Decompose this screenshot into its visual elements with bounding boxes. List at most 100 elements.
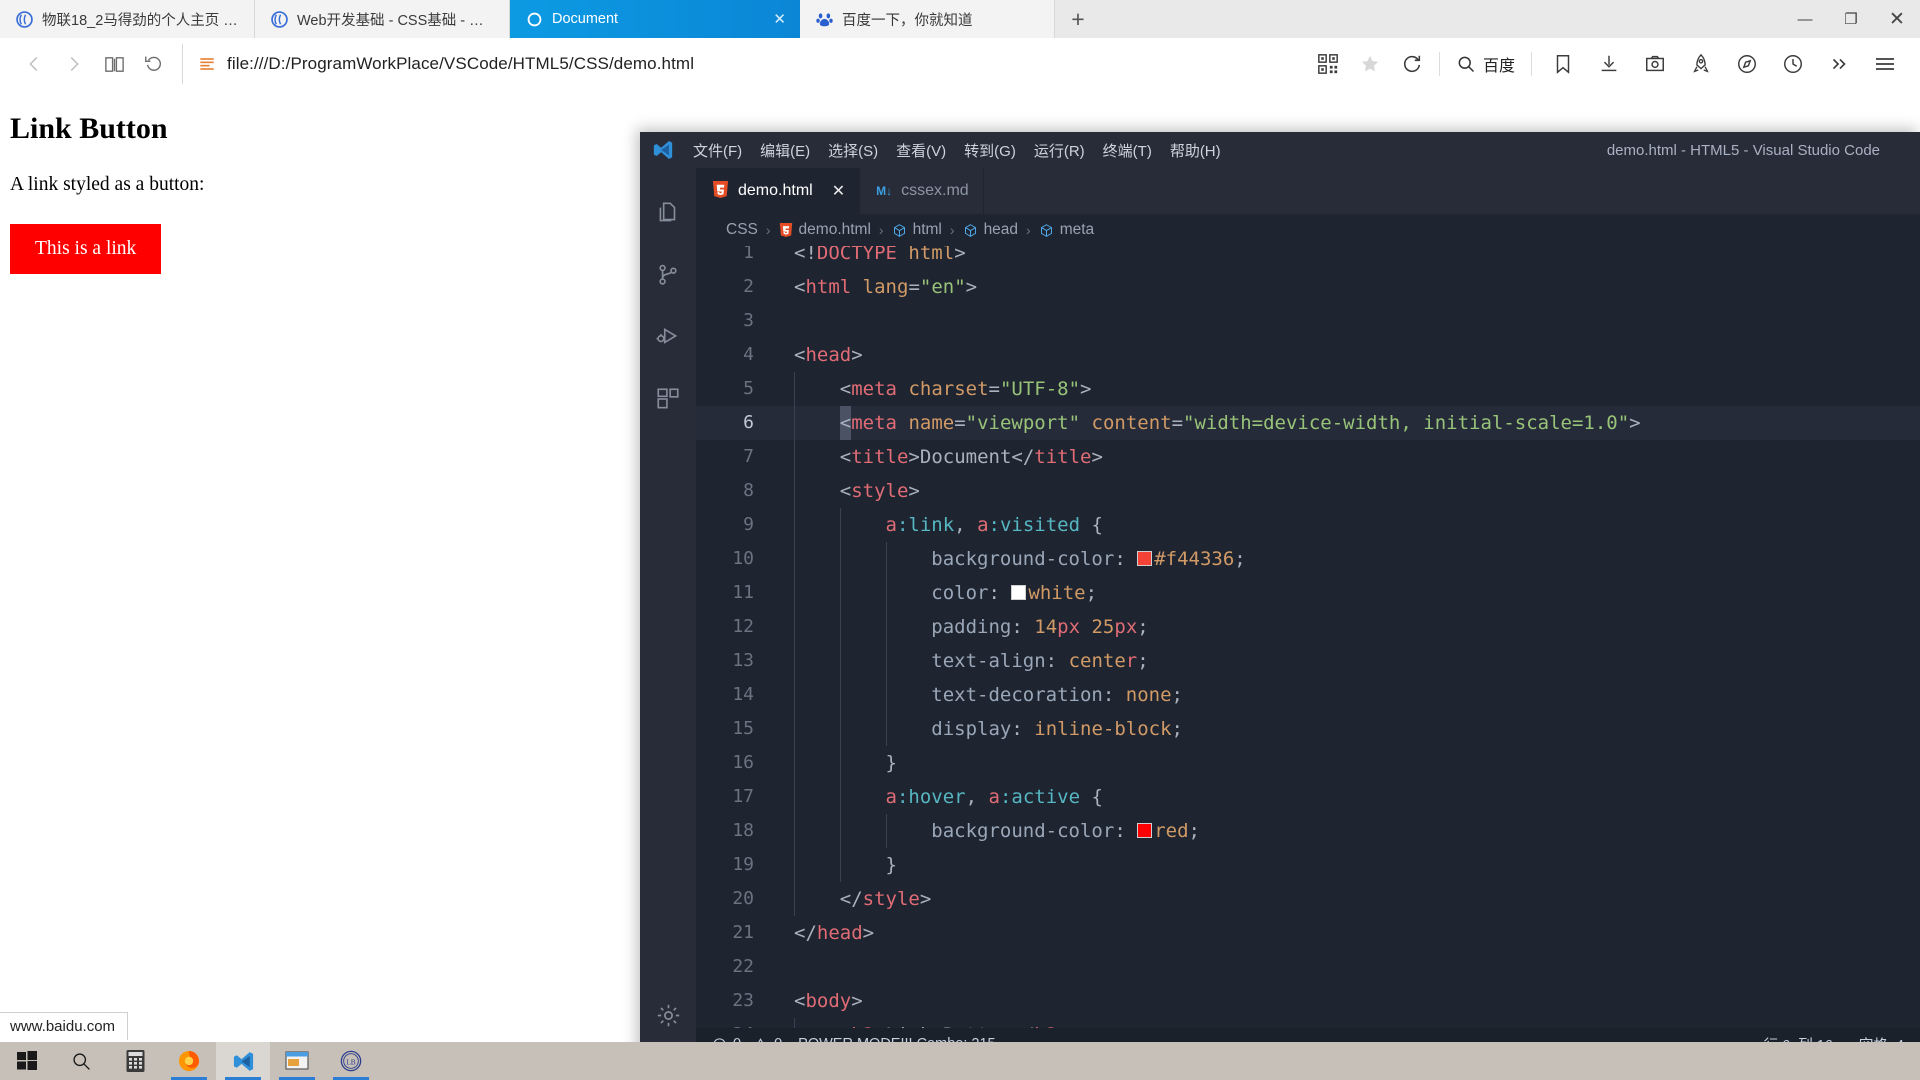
reload-icon <box>1403 55 1421 73</box>
menu-help[interactable]: 帮助(H) <box>1161 136 1230 165</box>
browser-tab-0[interactable]: 物联18_2马得劲的个人主页 - 蓝桥 <box>0 0 255 38</box>
editor-tab-label: demo.html <box>738 182 813 199</box>
breadcrumb-item-css[interactable]: CSS <box>726 221 758 239</box>
color-swatch[interactable] <box>1011 585 1027 600</box>
chevron-left-icon <box>29 57 38 71</box>
toolbar-divider <box>1438 52 1440 76</box>
menu-go[interactable]: 转到(G) <box>955 136 1025 165</box>
editor-tab-demo-html[interactable]: demo.html ✕ <box>696 168 861 214</box>
bookmarks-button[interactable] <box>1542 44 1584 84</box>
menu-selection[interactable]: 选择(S) <box>819 136 887 165</box>
window-close-button[interactable]: ✕ <box>1874 0 1920 38</box>
history-icon <box>145 56 161 71</box>
link-status-bubble: www.baidu.com <box>0 1012 129 1040</box>
code-line: 17 a:hover, a:active { <box>696 780 1920 814</box>
styled-link-button[interactable]: This is a link <box>10 224 162 274</box>
line-number: 4 <box>743 344 754 365</box>
browser-tab-close-button[interactable]: ✕ <box>747 10 786 28</box>
symbol-cube-icon <box>893 223 905 237</box>
history-button[interactable] <box>1772 44 1814 84</box>
activity-settings-button[interactable] <box>640 984 696 1046</box>
line-number: 1 <box>743 246 754 263</box>
code-line: 23 <body> <box>696 984 1920 1018</box>
forward-button[interactable] <box>54 44 94 84</box>
new-tab-button[interactable]: + <box>1055 0 1101 38</box>
breadcrumb-file-label: demo.html <box>798 221 871 238</box>
menu-edit[interactable]: 编辑(E) <box>751 136 819 165</box>
taskbar-start-button[interactable] <box>0 1042 54 1080</box>
editor-tab-close-button[interactable]: ✕ <box>832 181 845 201</box>
taskbar-app-button[interactable]: LB <box>324 1042 378 1080</box>
browser-tab-1[interactable]: Web开发基础 - CSS基础 - 蓝桥 <box>255 0 510 38</box>
baidu-icon <box>816 12 833 26</box>
history-back-button[interactable] <box>134 44 174 84</box>
line-number: 18 <box>732 820 754 841</box>
breadcrumb-item-meta[interactable]: meta <box>1039 221 1094 239</box>
html5-icon <box>712 180 729 202</box>
breadcrumb-item-file[interactable]: demo.html <box>779 221 871 239</box>
code-editor[interactable]: 1 <!DOCTYPE html> 2 <html lang="en"> 3 4 <h… <box>696 246 1920 1028</box>
editor-tab-cssex-md[interactable]: M↓ cssex.md <box>860 168 984 214</box>
back-button[interactable] <box>14 44 54 84</box>
browser-tab-2-active[interactable]: Document ✕ <box>510 0 800 38</box>
line-number: 16 <box>732 752 754 773</box>
windows-start-icon <box>17 1051 37 1070</box>
taskbar-file-explorer-button[interactable] <box>270 1042 324 1080</box>
search-engine-label: 百度 <box>1482 58 1515 75</box>
line-number: 2 <box>743 276 754 297</box>
code-line: 7 <title>Document</title> <box>696 440 1920 474</box>
line-number: 24 <box>696 1018 772 1028</box>
menu-terminal[interactable]: 终端(T) <box>1094 136 1161 165</box>
bookmark-star-button[interactable] <box>1349 44 1391 84</box>
activity-extensions-button[interactable] <box>640 368 696 430</box>
code-line: 24 <h2>Link Button</h2> <box>696 1018 1920 1028</box>
activity-run-debug-button[interactable] <box>640 306 696 368</box>
camera-icon <box>1646 55 1664 72</box>
menu-view[interactable]: 查看(V) <box>887 136 955 165</box>
reload-button[interactable] <box>1391 44 1433 84</box>
chevron-double-right-icon <box>1832 58 1846 70</box>
explore-button[interactable] <box>1726 44 1768 84</box>
browser-tab-3[interactable]: 百度一下，你就知道 <box>800 0 1055 38</box>
activity-source-control-button[interactable] <box>640 244 696 306</box>
window-controls: — ❐ ✕ <box>1782 0 1920 38</box>
line-number: 7 <box>743 446 754 467</box>
breadcrumb-item-html[interactable]: html <box>892 221 942 239</box>
taskbar-vscode-button[interactable] <box>216 1042 270 1080</box>
calculator-icon <box>126 1050 144 1072</box>
downloads-button[interactable] <box>1588 44 1630 84</box>
main-menu-button[interactable] <box>1864 44 1906 84</box>
code-line: 3 <box>696 304 1920 338</box>
breadcrumb-separator-icon: › <box>1026 222 1031 238</box>
compass-icon <box>1738 55 1756 73</box>
address-bar[interactable]: file:///D:/ProgramWorkPlace/VSCode/HTML5… <box>182 44 1307 84</box>
reader-mode-button[interactable] <box>94 44 134 84</box>
window-minimize-button[interactable]: — <box>1782 0 1828 38</box>
more-tools-button[interactable] <box>1818 44 1860 84</box>
taskbar-firefox-button[interactable] <box>162 1042 216 1080</box>
speedup-button[interactable] <box>1680 44 1722 84</box>
clock-icon <box>1784 55 1802 73</box>
code-line: 4 <head> <box>696 338 1920 372</box>
taskbar-calculator-button[interactable] <box>108 1042 162 1080</box>
menu-file[interactable]: 文件(F) <box>684 136 751 165</box>
breadcrumb-item-head[interactable]: head <box>963 221 1018 239</box>
line-number: 14 <box>732 684 754 705</box>
menu-run[interactable]: 运行(R) <box>1025 136 1094 165</box>
line-number: 10 <box>732 548 754 569</box>
code-lines: 1 <!DOCTYPE html> 2 <html lang="en"> 3 4 <h… <box>696 246 1920 1028</box>
browser-tab-label: 百度一下，你就知道 <box>842 12 973 29</box>
color-swatch[interactable] <box>1137 823 1153 838</box>
svg-text:LB: LB <box>346 1058 355 1067</box>
qrcode-button[interactable] <box>1307 44 1349 84</box>
line-number: 8 <box>743 480 754 501</box>
line-number: 12 <box>732 616 754 637</box>
line-number: 17 <box>732 786 754 807</box>
activity-explorer-button[interactable] <box>640 182 696 244</box>
color-swatch[interactable] <box>1137 551 1153 566</box>
screenshot-button[interactable] <box>1634 44 1676 84</box>
window-maximize-button[interactable]: ❐ <box>1828 0 1874 38</box>
code-line: 13 text-align: center; <box>696 644 1920 678</box>
search-engine-button[interactable]: 百度 <box>1446 52 1525 76</box>
taskbar-search-button[interactable] <box>54 1042 108 1080</box>
